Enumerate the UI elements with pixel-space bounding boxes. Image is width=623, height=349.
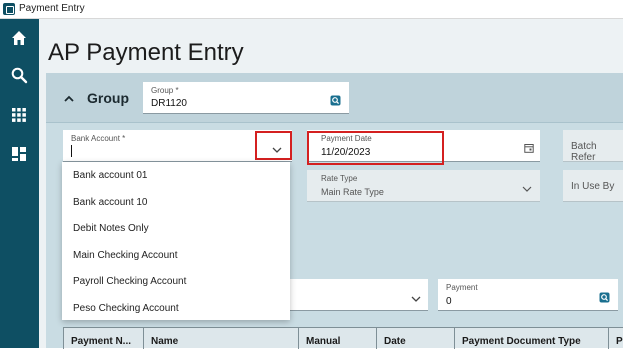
- title-bar: Payment Entry: [0, 0, 623, 19]
- group-section-label: Group: [87, 90, 129, 106]
- home-icon[interactable]: [10, 29, 28, 47]
- lookup-icon[interactable]: [599, 290, 610, 303]
- group-field-label: Group *: [151, 86, 179, 95]
- payments-grid-header: Payment N... Name Manual Date Payment Do…: [63, 327, 623, 349]
- in-use-by-field: In Use By: [563, 170, 623, 202]
- column-header[interactable]: Payment N...: [63, 328, 143, 349]
- dropdown-option[interactable]: Payroll Checking Account: [73, 276, 186, 287]
- batch-reference-field[interactable]: Batch Refer: [563, 130, 623, 163]
- batch-reference-label: Batch Refer: [571, 141, 597, 163]
- dropdown-option[interactable]: Peso Checking Account: [73, 303, 179, 314]
- highlight-box-date: [307, 131, 444, 165]
- highlight-box-dropdown: [255, 131, 292, 160]
- in-use-by-label: In Use By: [571, 181, 615, 192]
- column-header[interactable]: Manual: [298, 328, 376, 349]
- text-cursor: [71, 145, 72, 157]
- column-header[interactable]: P: [608, 328, 623, 349]
- dropdown-option[interactable]: Debit Notes Only: [73, 223, 149, 234]
- page-title: AP Payment Entry: [48, 39, 244, 66]
- app-icon: [3, 3, 15, 15]
- dropdown-option[interactable]: Bank account 01: [73, 170, 148, 181]
- search-icon[interactable]: [10, 66, 28, 84]
- left-nav: [0, 19, 39, 348]
- apps-grid-icon[interactable]: [10, 106, 28, 124]
- dropdown-option[interactable]: Bank account 10: [73, 197, 148, 208]
- rate-type-value: Main Rate Type: [321, 187, 384, 197]
- column-header[interactable]: Date: [376, 328, 454, 349]
- payment-value: 0: [446, 296, 452, 307]
- chevron-down-icon[interactable]: [411, 291, 421, 309]
- window-title: Payment Entry: [19, 3, 85, 14]
- chevron-up-icon[interactable]: [64, 91, 74, 102]
- bank-account-dropdown: Bank account 01 Bank account 10 Debit No…: [62, 162, 290, 320]
- payment-field[interactable]: Payment 0: [438, 279, 618, 311]
- rate-type-label: Rate Type: [321, 174, 358, 183]
- calendar-icon[interactable]: [524, 140, 534, 158]
- group-field[interactable]: Group * DR1120: [143, 82, 349, 114]
- group-field-value: DR1120: [151, 98, 187, 109]
- rate-type-field[interactable]: Rate Type Main Rate Type: [307, 170, 540, 202]
- lookup-icon[interactable]: [330, 93, 341, 106]
- dashboard-icon[interactable]: [10, 145, 28, 163]
- chevron-down-icon[interactable]: [522, 181, 532, 199]
- dropdown-option[interactable]: Main Checking Account: [73, 250, 178, 261]
- payment-label: Payment: [446, 283, 478, 292]
- hidden-select-field[interactable]: [280, 279, 428, 311]
- bank-account-label: Bank Account *: [71, 134, 126, 143]
- column-header[interactable]: Payment Document Type: [454, 328, 608, 349]
